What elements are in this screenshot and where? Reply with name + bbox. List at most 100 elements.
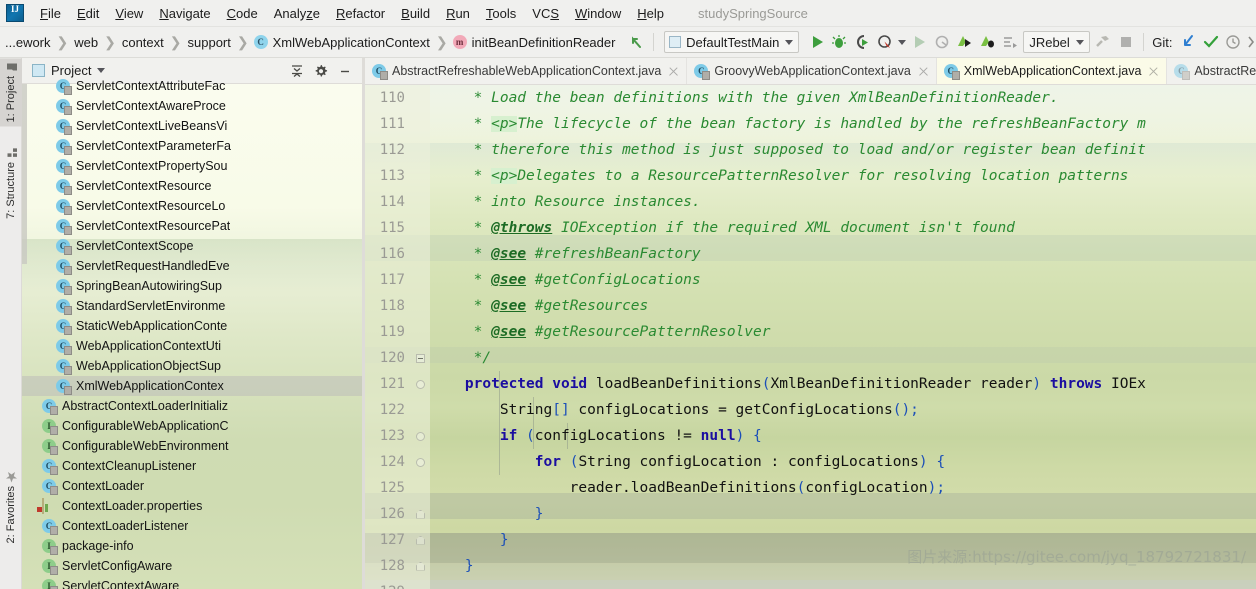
hammer-icon[interactable] bbox=[1092, 30, 1115, 54]
menu-item-view[interactable]: View bbox=[107, 3, 151, 24]
tree-item[interactable]: C AbstractContextLoaderInitializ bbox=[22, 396, 362, 416]
fold-marker[interactable] bbox=[411, 561, 430, 571]
code-line[interactable]: 125 reader.loadBeanDefinitions(configLoc… bbox=[365, 475, 1256, 501]
tree-item[interactable]: C ContextCleanupListener bbox=[22, 456, 362, 476]
fold-marker[interactable] bbox=[411, 379, 430, 389]
tree-item[interactable]: ContextLoader.properties bbox=[22, 496, 362, 516]
fold-marker[interactable] bbox=[411, 353, 430, 363]
tree-item[interactable]: C ServletContextScope bbox=[22, 236, 362, 256]
menu-item-help[interactable]: Help bbox=[629, 3, 672, 24]
run-with-coverage-button[interactable] bbox=[851, 30, 874, 54]
code-line[interactable]: 111 * <p>The lifecycle of the bean facto… bbox=[365, 111, 1256, 137]
jrebel-debug-button[interactable] bbox=[976, 30, 999, 54]
code-line[interactable]: 118 * @see #getResources bbox=[365, 293, 1256, 319]
menu-item-navigate[interactable]: Navigate bbox=[151, 3, 218, 24]
tree-item[interactable]: C StaticWebApplicationConte bbox=[22, 316, 362, 336]
run-button[interactable] bbox=[805, 30, 828, 54]
tree-item[interactable]: C WebApplicationObjectSup bbox=[22, 356, 362, 376]
tree-item[interactable]: C ServletContextLiveBeansVi bbox=[22, 116, 362, 136]
fold-marker[interactable] bbox=[411, 509, 430, 519]
menu-item-vcs[interactable]: VCS bbox=[524, 3, 567, 24]
fold-marker[interactable] bbox=[411, 535, 430, 545]
stop-button[interactable] bbox=[1115, 30, 1138, 54]
tree-item[interactable]: C WebApplicationContextUti bbox=[22, 336, 362, 356]
menu-item-file[interactable]: File bbox=[32, 3, 69, 24]
tree-item[interactable]: C ContextLoaderListener bbox=[22, 516, 362, 536]
menu-item-code[interactable]: Code bbox=[219, 3, 266, 24]
jrebel-selector[interactable]: JRebel bbox=[1023, 31, 1090, 53]
code-editor[interactable]: 110 * Load the bean definitions with the… bbox=[365, 85, 1256, 589]
menu-item-window[interactable]: Window bbox=[567, 3, 629, 24]
back-arrow-icon[interactable] bbox=[624, 30, 647, 54]
sidebar-item-favorites[interactable]: 2: Favorites bbox=[0, 468, 22, 547]
menu-item-tools[interactable]: Tools bbox=[478, 3, 524, 24]
menu-item-edit[interactable]: Edit bbox=[69, 3, 107, 24]
tree-item[interactable]: C ServletContextPropertySou bbox=[22, 156, 362, 176]
tree-item[interactable]: Ipackage-info bbox=[22, 536, 362, 556]
menu-item-refactor[interactable]: Refactor bbox=[328, 3, 393, 24]
run-configuration-selector[interactable]: DefaultTestMain bbox=[664, 31, 800, 53]
close-icon[interactable] bbox=[668, 66, 679, 77]
fold-marker[interactable] bbox=[411, 457, 430, 467]
breadcrumb-item-2[interactable]: context bbox=[121, 34, 165, 51]
tree-item[interactable]: I ServletConfigAware bbox=[22, 556, 362, 576]
code-line[interactable]: 113 * <p>Delegates to a ResourcePatternR… bbox=[365, 163, 1256, 189]
code-line[interactable]: 116 * @see #refreshBeanFactory bbox=[365, 241, 1256, 267]
tree-item[interactable]: C ServletContextResourceLo bbox=[22, 196, 362, 216]
chevron-down-icon[interactable] bbox=[97, 68, 106, 73]
tree-item[interactable]: C XmlWebApplicationContex bbox=[22, 376, 362, 396]
close-icon[interactable] bbox=[918, 66, 929, 77]
code-line[interactable]: 126 } bbox=[365, 501, 1256, 527]
debug-button[interactable] bbox=[828, 30, 851, 54]
tree-item[interactable]: C ServletRequestHandledEve bbox=[22, 256, 362, 276]
editor-tab[interactable]: C XmlWebApplicationContext.java bbox=[936, 58, 1168, 84]
profile-button[interactable] bbox=[874, 30, 897, 54]
code-line[interactable]: 115 * @throws IOException if the require… bbox=[365, 215, 1256, 241]
tree-item[interactable]: C ServletContextAwareProce bbox=[22, 96, 362, 116]
breadcrumb[interactable]: ...ework ❯ web ❯ context ❯ support ❯ C XmlWebAppl… bbox=[0, 34, 616, 51]
update-project-icon[interactable] bbox=[1176, 30, 1199, 54]
menu-item-analyze[interactable]: Analyze bbox=[266, 3, 328, 24]
tree-item[interactable]: C StandardServletEnvironme bbox=[22, 296, 362, 316]
tree-item[interactable]: C ServletContextResource bbox=[22, 176, 362, 196]
jrebel-run-button[interactable] bbox=[953, 30, 976, 54]
attach-profiler-button[interactable] bbox=[930, 30, 953, 54]
code-line[interactable]: 112 * therefore this method is just supp… bbox=[365, 137, 1256, 163]
commit-checkmark-icon[interactable] bbox=[1199, 30, 1222, 54]
rerun-button[interactable] bbox=[908, 30, 931, 54]
breadcrumb-item-1[interactable]: web bbox=[73, 34, 99, 51]
editor-tab[interactable]: C AbstractRef bbox=[1167, 58, 1256, 84]
tree-item[interactable]: C ServletContextResourcePat bbox=[22, 216, 362, 236]
sidebar-item-project[interactable]: 1: Project bbox=[0, 58, 22, 127]
tree-item[interactable]: C ServletContextAttributeFac bbox=[22, 76, 362, 96]
history-clock-icon[interactable] bbox=[1222, 30, 1245, 54]
run-dashboard-button[interactable] bbox=[999, 30, 1022, 54]
tree-item[interactable]: I ConfigurableWebApplicationC bbox=[22, 416, 362, 436]
tree-item[interactable]: I ConfigurableWebEnvironment bbox=[22, 436, 362, 456]
code-line[interactable]: 114 * into Resource instances. bbox=[365, 189, 1256, 215]
tree-item[interactable]: I ServletContextAware bbox=[22, 576, 362, 589]
fold-marker[interactable] bbox=[411, 431, 430, 441]
tree-item[interactable]: C ServletContextParameterFa bbox=[22, 136, 362, 156]
tree-item[interactable]: C SpringBeanAutowiringSup bbox=[22, 276, 362, 296]
tree-item[interactable]: C ContextLoader bbox=[22, 476, 362, 496]
breadcrumb-item-0[interactable]: ...ework bbox=[4, 34, 52, 51]
breadcrumb-item-3[interactable]: support bbox=[187, 34, 232, 51]
code-line[interactable]: 119 * @see #getResourcePatternResolver bbox=[365, 319, 1256, 345]
close-icon[interactable] bbox=[1148, 66, 1159, 77]
sidebar-item-structure[interactable]: 7: Structure bbox=[0, 144, 22, 223]
breadcrumb-item-5[interactable]: m initBeanDefinitionReader bbox=[452, 34, 617, 51]
menu-item-run[interactable]: Run bbox=[438, 3, 478, 24]
more-toolbar-icon[interactable] bbox=[1245, 30, 1256, 54]
code-line[interactable]: 129 bbox=[365, 579, 1256, 589]
profile-dropdown-button[interactable] bbox=[896, 30, 907, 54]
editor-tab[interactable]: C AbstractRefreshableWebApplicationContex… bbox=[365, 58, 688, 84]
editor-tab[interactable]: C GroovyWebApplicationContext.java bbox=[687, 58, 937, 84]
code-lines[interactable]: 110 * Load the bean definitions with the… bbox=[365, 85, 1256, 589]
panel-splitter[interactable] bbox=[362, 58, 365, 589]
code-line[interactable]: 110 * Load the bean definitions with the… bbox=[365, 85, 1256, 111]
code-line[interactable]: 120 */ bbox=[365, 345, 1256, 371]
breadcrumb-item-4[interactable]: C XmlWebApplicationContext bbox=[253, 34, 431, 51]
project-file-tree[interactable]: C ServletContextAttributeFac C ServletConte… bbox=[22, 76, 362, 589]
menu-item-build[interactable]: Build bbox=[393, 3, 438, 24]
